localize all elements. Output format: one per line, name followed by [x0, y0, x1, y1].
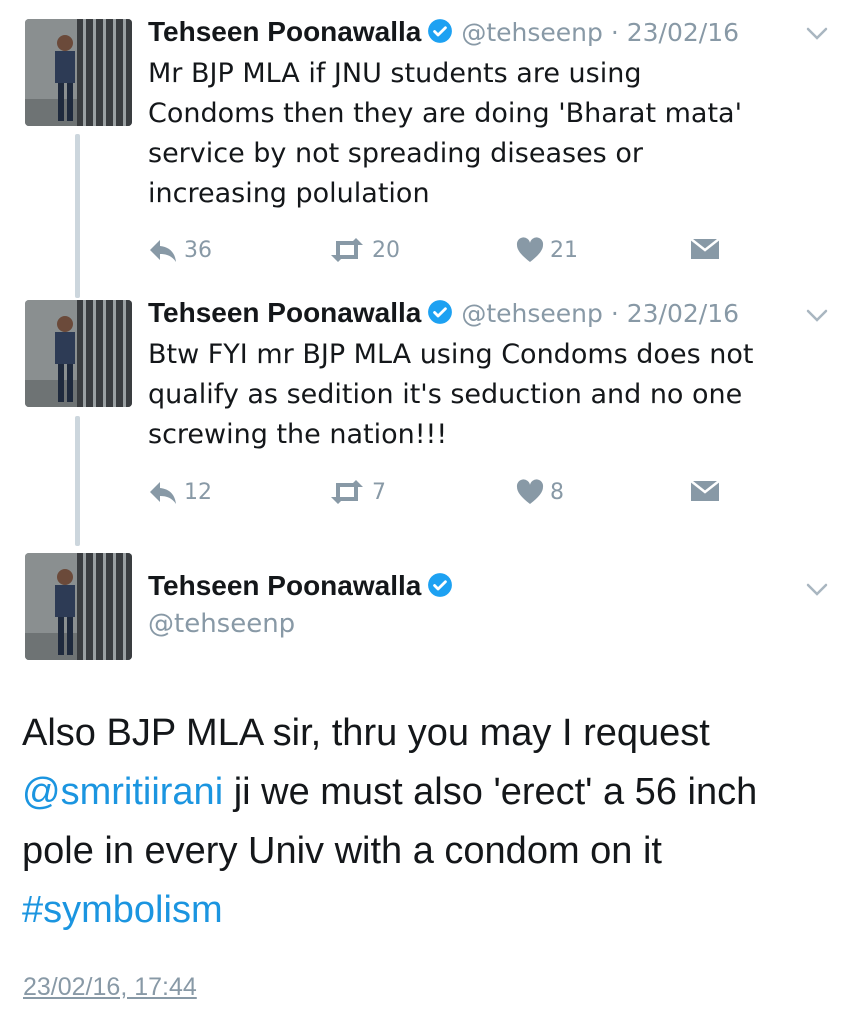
retweet-icon: [331, 480, 363, 504]
main-handle-row: @tehseenp: [148, 608, 295, 639]
avatar[interactable]: [25, 553, 132, 660]
display-name[interactable]: Tehseen Poonawalla: [148, 297, 421, 328]
tweet-actions: 12 7 8: [148, 479, 728, 509]
retweet-button[interactable]: 20: [328, 237, 400, 263]
thread-line: [75, 416, 80, 546]
separator-dot: ·: [602, 299, 627, 328]
main-text-segment: ji we must also 'erect' a 56 inch: [223, 771, 758, 813]
verified-badge-icon: [428, 573, 453, 597]
display-name[interactable]: Tehseen Poonawalla: [148, 570, 421, 601]
user-handle[interactable]: @tehseenp: [461, 299, 603, 328]
direct-message-button[interactable]: [690, 479, 726, 503]
reply-button[interactable]: 36: [148, 237, 212, 263]
separator-dot: ·: [602, 18, 627, 47]
tweet-header: Tehseen Poonawalla @tehseenp · 23/02/16: [148, 297, 739, 329]
verified-badge-icon: [428, 300, 453, 324]
avatar-photo: [25, 300, 132, 407]
avatar-photo: [25, 19, 132, 126]
main-text-line: pole in every Univ with a condom on it: [22, 830, 662, 872]
display-name[interactable]: Tehseen Poonawalla: [148, 16, 421, 47]
retweet-count: 7: [372, 479, 386, 505]
tweet-timestamp[interactable]: 23/02/16, 17:44: [23, 973, 197, 1002]
avatar-photo: [25, 553, 132, 660]
chevron-down-icon[interactable]: [806, 583, 828, 597]
verified-badge-icon: [428, 19, 453, 43]
chevron-down-icon[interactable]: [806, 27, 828, 41]
reply-icon: [150, 240, 176, 262]
like-button[interactable]: 21: [516, 237, 578, 263]
tweet-text: Mr BJP MLA if JNU students are using Con…: [148, 58, 743, 209]
reply-icon: [150, 482, 176, 504]
user-handle[interactable]: @tehseenp: [461, 18, 603, 47]
envelope-icon: [690, 238, 720, 259]
tweet-date[interactable]: 23/02/16: [627, 18, 739, 47]
like-count: 8: [550, 479, 564, 505]
reply-count: 36: [184, 237, 212, 263]
mention-link[interactable]: @smritiirani: [22, 771, 223, 813]
tweet-date[interactable]: 23/02/16: [627, 299, 739, 328]
envelope-icon: [690, 480, 720, 501]
reply-count: 12: [184, 479, 212, 505]
heart-icon: [516, 479, 544, 504]
tweet-actions: 36 20 21: [148, 237, 728, 267]
avatar[interactable]: [25, 19, 132, 126]
retweet-button[interactable]: 7: [328, 479, 386, 505]
main-text-line: @smritiirani ji we must also 'erect' a 5…: [22, 763, 832, 822]
like-button[interactable]: 8: [516, 479, 564, 505]
thread-line: [75, 134, 80, 298]
main-tweet-text: Also BJP MLA sir, thru you may I request…: [22, 704, 832, 940]
heart-icon: [516, 237, 544, 262]
retweet-count: 20: [372, 237, 400, 263]
avatar[interactable]: [25, 300, 132, 407]
hashtag-link[interactable]: #symbolism: [22, 889, 223, 931]
main-tweet-header: Tehseen Poonawalla: [148, 570, 453, 602]
direct-message-button[interactable]: [690, 237, 726, 261]
retweet-icon: [331, 238, 363, 262]
main-text-line: Also BJP MLA sir, thru you may I request: [22, 712, 710, 754]
reply-button[interactable]: 12: [148, 479, 212, 505]
tweet-header: Tehseen Poonawalla @tehseenp · 23/02/16: [148, 16, 739, 48]
like-count: 21: [550, 237, 578, 263]
chevron-down-icon[interactable]: [806, 309, 828, 323]
main-text-line: #symbolism: [22, 881, 832, 940]
tweet-text: Btw FYI mr BJP MLA using Condoms does no…: [148, 339, 754, 450]
user-handle[interactable]: @tehseenp: [148, 609, 295, 639]
